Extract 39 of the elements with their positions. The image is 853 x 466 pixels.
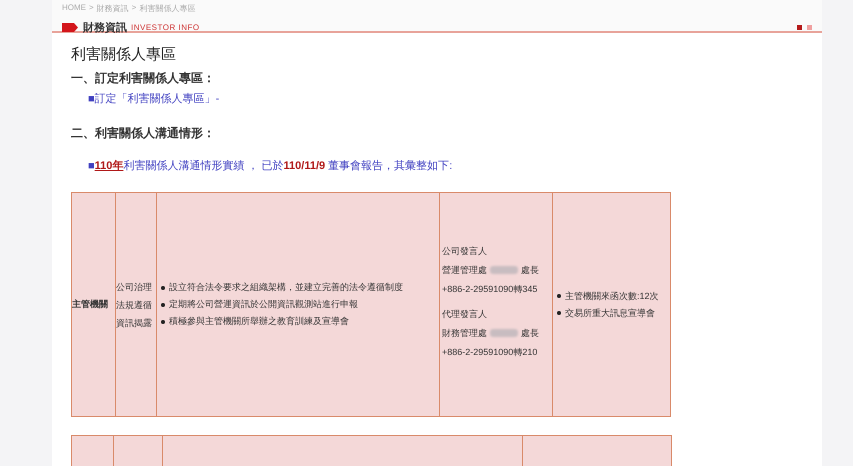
table-cell: 積極參與主管機關所舉辦之教育訓練及宣導會 <box>169 315 349 328</box>
breadcrumb-item[interactable]: HOME <box>62 3 86 14</box>
table-cell-text: 資訊揭露 <box>116 316 153 330</box>
section-heading: 二、利害關係人溝通情形： <box>71 125 216 142</box>
table-cell: 定期將公司營運資訊於公開資訊觀測站進行申報 <box>169 298 358 311</box>
page-title: 利害關係人專區 <box>71 45 177 64</box>
table-cell: 交易所重大訊息宣導會 <box>565 306 655 320</box>
bullet-icon <box>161 286 165 290</box>
redacted-name <box>490 266 518 274</box>
table-cell-text: 主管機關 <box>72 298 109 311</box>
contact-department: 營運管理處 <box>442 264 487 276</box>
bullet-icon <box>161 320 165 324</box>
contact-phone: +886-2-29591090轉345 <box>442 282 538 296</box>
contact-role: 公司發言人 <box>442 244 488 258</box>
section-link[interactable]: ■110年利害關係人溝通情形實績 ， 已於110/11/9 董事會報告，其彙整如下: <box>88 158 452 173</box>
table-cell-text: 公司治理 <box>116 280 153 294</box>
contact-department: 財務管理處 <box>442 326 487 340</box>
table-cell: 主管機關來函次數:12次 <box>565 290 659 302</box>
redacted-name <box>490 329 518 337</box>
bullet-icon <box>557 294 561 298</box>
table-cell: 設立符合法令要求之組織架構，並建立完善的法令遵循制度 <box>169 281 403 294</box>
contact-title: 處長 <box>521 264 539 276</box>
breadcrumb-item[interactable]: 利害關係人專區 <box>139 3 196 14</box>
contact-title: 處長 <box>521 326 539 340</box>
square-icon <box>807 25 812 30</box>
breadcrumb-item[interactable]: > <box>89 3 94 14</box>
breadcrumb-item[interactable]: 財務資訊 <box>96 3 129 14</box>
section-link[interactable]: ■訂定「利害關係人專區」- <box>88 91 220 106</box>
bullet-icon <box>161 302 165 306</box>
table-cell-text: 法規遵循 <box>116 298 153 312</box>
breadcrumb-item[interactable]: > <box>132 3 136 14</box>
bullet-icon <box>557 311 561 315</box>
section-subtitle: INVESTOR INFO <box>131 23 200 32</box>
arrow-tag-icon <box>62 23 79 32</box>
contact-phone: +886-2-29591090轉210 <box>442 346 538 358</box>
section-title: 財務資訊 <box>83 20 127 35</box>
square-icon <box>797 25 802 30</box>
contact-role: 代理發言人 <box>442 308 488 320</box>
section-heading: 一、訂定利害關係人專區： <box>71 70 216 87</box>
